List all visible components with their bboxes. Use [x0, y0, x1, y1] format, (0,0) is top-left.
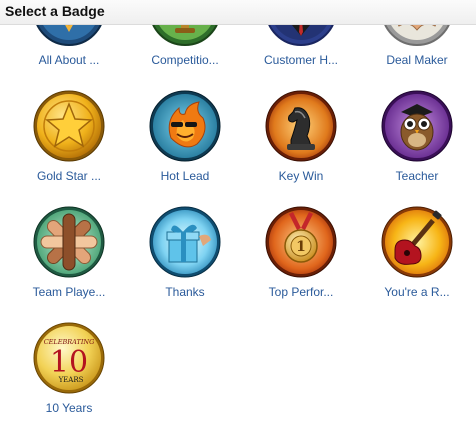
badge-label[interactable]: Hot Lead — [127, 169, 243, 183]
gold-star-icon — [33, 90, 105, 162]
dialog-title: Select a Badge — [5, 3, 105, 19]
badge-label[interactable]: All About ... — [11, 53, 127, 67]
badge-label[interactable]: Gold Star ... — [11, 169, 127, 183]
ten-years-icon: CELEBRATING 10 YEARS — [33, 322, 105, 394]
guitar-icon — [381, 206, 453, 278]
ten-years-bottom-text: YEARS — [58, 376, 84, 384]
badge-label[interactable]: Team Playe... — [11, 285, 127, 299]
badge-key-win[interactable]: Key Win — [243, 90, 359, 200]
badge-hot-lead[interactable]: Hot Lead — [127, 90, 243, 200]
badge-label[interactable]: Top Perfor... — [243, 285, 359, 299]
badge-label[interactable]: Deal Maker — [359, 53, 475, 67]
badge-label[interactable]: Customer H... — [243, 53, 359, 67]
gift-icon — [149, 206, 221, 278]
ten-years-number: 10 — [50, 345, 88, 380]
badge-label[interactable]: You're a R... — [359, 285, 475, 299]
badge-label[interactable]: Thanks — [127, 285, 243, 299]
badge-label[interactable]: Competitio... — [127, 53, 243, 67]
owl-icon — [381, 90, 453, 162]
badge-10-years[interactable]: CELEBRATING 10 YEARS 10 Years — [11, 322, 127, 423]
dialog-header: Select a Badge — [0, 0, 476, 25]
team-hands-icon — [33, 206, 105, 278]
chess-knight-icon — [265, 90, 337, 162]
badge-grid: All About ... Competitio... Customer H.. — [0, 0, 476, 423]
badge-top-performer[interactable]: 1 Top Perfor... — [243, 206, 359, 316]
svg-text:1: 1 — [296, 239, 306, 255]
badge-teacher[interactable]: Teacher — [359, 90, 475, 200]
badge-label[interactable]: Key Win — [243, 169, 359, 183]
badge-team-player[interactable]: Team Playe... — [11, 206, 127, 316]
badge-gold-star[interactable]: Gold Star ... — [11, 90, 127, 200]
medal-icon: 1 — [265, 206, 337, 278]
badge-label[interactable]: 10 Years — [11, 401, 127, 415]
badge-label[interactable]: Teacher — [359, 169, 475, 183]
hot-lead-icon — [149, 90, 221, 162]
badge-rockstar[interactable]: You're a R... — [359, 206, 475, 316]
badge-thanks[interactable]: Thanks — [127, 206, 243, 316]
